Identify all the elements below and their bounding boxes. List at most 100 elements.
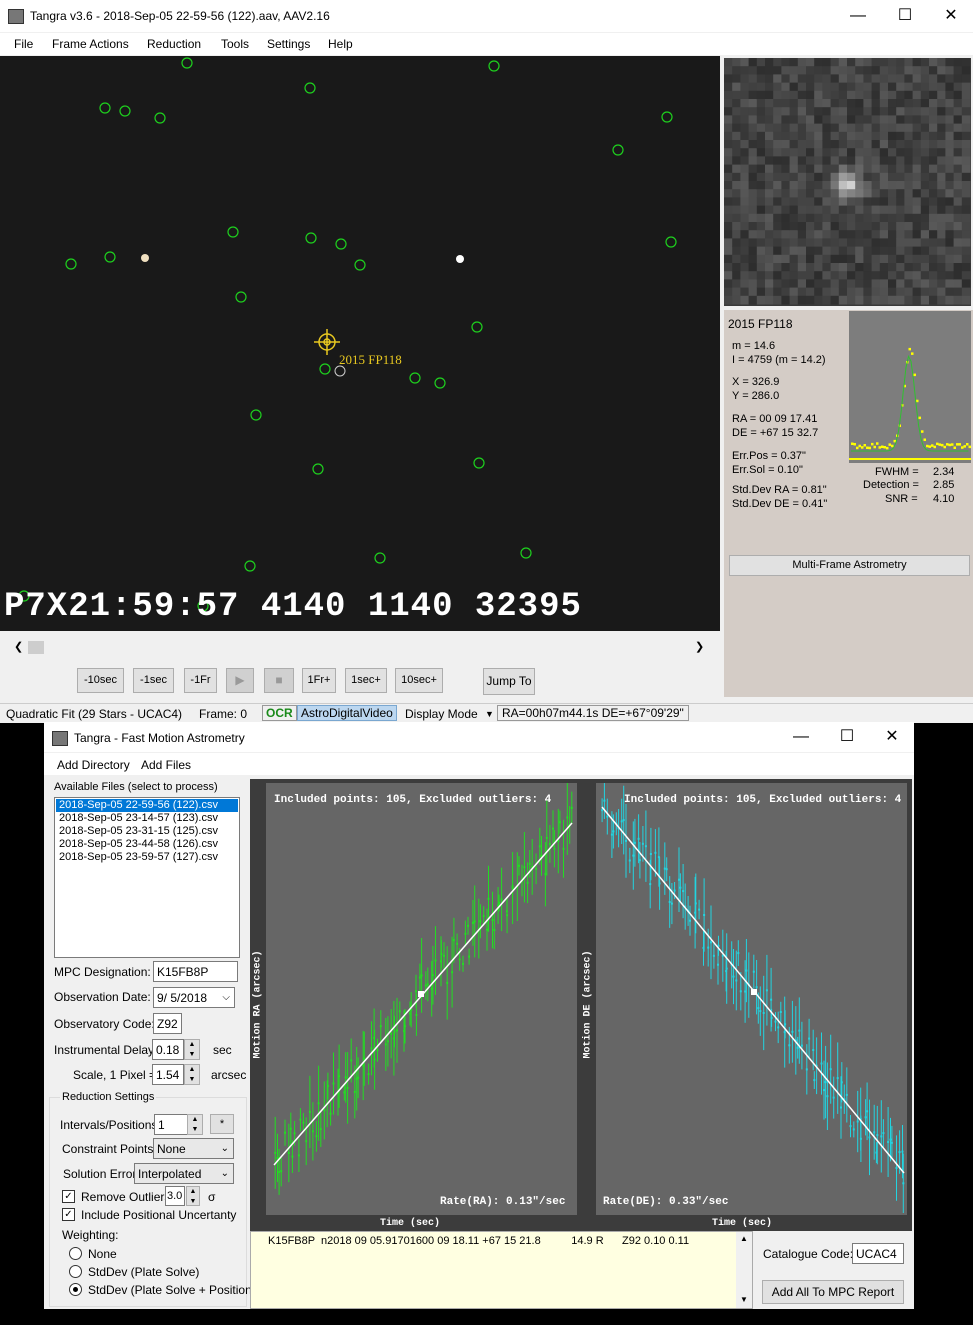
star-marker bbox=[409, 372, 421, 384]
fma-minimize-icon[interactable]: — bbox=[778, 722, 824, 752]
menu-add-directory[interactable]: Add Directory bbox=[57, 758, 130, 772]
forward-1sec-button[interactable]: 1sec+ bbox=[345, 668, 387, 693]
add-all-mpc-report-button[interactable]: Add All To MPC Report File bbox=[762, 1280, 904, 1321]
calendar-dropdown-icon[interactable]: ⌵ bbox=[222, 988, 230, 1008]
forward-10sec-button[interactable]: 10sec+ bbox=[395, 668, 443, 693]
forward-1frame-button[interactable]: 1Fr+ bbox=[302, 668, 336, 693]
video-frame[interactable]: 2015 FP118 P7X21:59:57 4140 1140 32395 bbox=[0, 56, 720, 631]
mpc-report-box[interactable]: K15FB8P n2018 09 05.91701600 09 18.11 +6… bbox=[250, 1231, 753, 1309]
catalogue-code-label: Catalogue Code: bbox=[763, 1247, 854, 1261]
status-ocr[interactable]: OCR bbox=[262, 705, 297, 721]
constraint-points-select[interactable]: None ⌄ bbox=[153, 1138, 234, 1159]
data-point bbox=[788, 1044, 791, 1047]
outliers-stepper[interactable]: ▲ ▼ bbox=[186, 1186, 200, 1206]
weighting-stddev-radio[interactable] bbox=[69, 1265, 82, 1278]
file-item[interactable]: 2018-Sep-05 23-59-57 (127).csv bbox=[59, 851, 218, 863]
psf-point bbox=[858, 444, 861, 448]
status-display-mode[interactable]: Display Mode bbox=[405, 707, 478, 721]
menu-help[interactable]: Help bbox=[328, 37, 353, 51]
menu-tools[interactable]: Tools bbox=[221, 37, 249, 51]
status-fit: Quadratic Fit (29 Stars - UCAC4) bbox=[6, 707, 183, 721]
weighting-stddev-position-radio[interactable] bbox=[69, 1283, 82, 1296]
observatory-code-label: Observatory Code: bbox=[54, 1017, 155, 1031]
data-point bbox=[464, 932, 467, 935]
menu-add-files[interactable]: Add Files bbox=[141, 758, 191, 772]
weighting-none-radio[interactable] bbox=[69, 1247, 82, 1260]
psf-point bbox=[913, 373, 916, 377]
data-point bbox=[889, 1138, 892, 1141]
scroll-up-icon[interactable]: ▲ bbox=[740, 1234, 748, 1243]
data-point bbox=[493, 929, 496, 931]
data-point bbox=[346, 1086, 349, 1089]
file-item[interactable]: 2018-Sep-05 23-14-57 (123).csv bbox=[59, 812, 218, 824]
intervals-star-button[interactable]: * bbox=[210, 1114, 234, 1134]
menu-file[interactable]: File bbox=[14, 37, 33, 51]
remove-outliers-checkbox[interactable]: ✓ bbox=[62, 1190, 75, 1203]
data-point bbox=[880, 1135, 883, 1138]
intervals-input[interactable]: 1 bbox=[154, 1114, 188, 1135]
status-video-type[interactable]: AstroDigitalVideo bbox=[297, 705, 397, 721]
scale-stepper[interactable]: ▲ ▼ bbox=[184, 1064, 200, 1085]
data-point bbox=[622, 819, 625, 822]
star-marker bbox=[250, 409, 262, 421]
de-plot: Included points: 105, Excluded outliers:… bbox=[596, 782, 907, 1215]
psf-point bbox=[931, 444, 934, 447]
menu-settings[interactable]: Settings bbox=[267, 37, 310, 51]
file-item[interactable]: 2018-Sep-05 23-31-15 (125).csv bbox=[59, 825, 218, 837]
maximize-icon[interactable]: ☐ bbox=[882, 0, 928, 32]
frame-scrollbar[interactable]: ❮ ❯ bbox=[0, 638, 720, 658]
constraint-points-value: None bbox=[157, 1142, 186, 1156]
data-point bbox=[315, 1135, 318, 1138]
scroll-right-icon[interactable]: ❯ bbox=[695, 640, 704, 653]
menu-frame-actions[interactable]: Frame Actions bbox=[52, 37, 129, 51]
data-point bbox=[633, 841, 636, 844]
display-mode-dropdown-icon[interactable]: ▼ bbox=[485, 709, 494, 719]
jump-to-button[interactable]: Jump To bbox=[483, 668, 535, 695]
catalogue-code-input[interactable]: UCAC4 bbox=[852, 1243, 904, 1264]
files-listbox[interactable]: 2018-Sep-05 22-59-56 (122).csv 2018-Sep-… bbox=[54, 797, 240, 958]
scale-label: Scale, 1 Pixel = bbox=[73, 1068, 157, 1082]
fma-close-icon[interactable]: ✕ bbox=[869, 722, 915, 752]
file-item[interactable]: 2018-Sep-05 23-44-58 (126).csv bbox=[59, 838, 218, 850]
data-point bbox=[479, 920, 482, 923]
menu-reduction[interactable]: Reduction bbox=[147, 37, 201, 51]
close-icon[interactable]: ✕ bbox=[928, 0, 973, 32]
mpc-designation-input[interactable]: K15FB8P bbox=[153, 961, 238, 982]
outliers-sigma-input[interactable]: 3.0 bbox=[165, 1186, 185, 1206]
delay-stepper[interactable]: ▲ ▼ bbox=[184, 1039, 200, 1060]
instrumental-delay-input[interactable]: 0.18 bbox=[152, 1039, 184, 1060]
minimize-icon[interactable]: — bbox=[835, 0, 881, 32]
scroll-thumb[interactable] bbox=[28, 641, 44, 654]
data-point bbox=[703, 914, 706, 916]
star-marker bbox=[471, 321, 483, 333]
scale-input[interactable]: 1.54 bbox=[152, 1064, 184, 1085]
stop-button[interactable]: ■ bbox=[264, 668, 294, 693]
back-1frame-button[interactable]: -1Fr bbox=[184, 668, 217, 693]
observation-date-picker[interactable]: 9/ 5/2018 ⌵ bbox=[153, 987, 235, 1008]
data-point bbox=[755, 986, 758, 989]
de-plot-rate: Rate(DE): 0.33"/sec bbox=[603, 1196, 729, 1208]
solution-error-select[interactable]: Interpolated ⌄ bbox=[134, 1163, 234, 1184]
scroll-down-icon[interactable]: ▼ bbox=[740, 1295, 748, 1304]
scroll-left-icon[interactable]: ❮ bbox=[14, 640, 23, 653]
play-button[interactable]: ▶ bbox=[226, 668, 254, 693]
psf-point bbox=[856, 446, 859, 450]
observatory-code-input[interactable]: Z92 bbox=[153, 1013, 182, 1034]
fma-maximize-icon[interactable]: ☐ bbox=[824, 722, 870, 752]
data-point bbox=[866, 1110, 869, 1113]
data-point bbox=[511, 885, 514, 888]
data-point bbox=[523, 866, 526, 869]
include-uncertainty-checkbox[interactable]: ✓ bbox=[62, 1208, 75, 1221]
report-scrollbar[interactable]: ▲ ▼ bbox=[736, 1232, 752, 1308]
back-1sec-button[interactable]: -1sec bbox=[133, 668, 174, 693]
data-point bbox=[895, 1167, 898, 1169]
remove-outliers-label: Remove Outliers bbox=[81, 1190, 171, 1204]
file-item[interactable]: 2018-Sep-05 22-59-56 (122).csv bbox=[56, 799, 238, 812]
constraint-points-label: Constraint Points: bbox=[62, 1142, 157, 1156]
sigma-label: σ bbox=[208, 1190, 216, 1204]
back-10sec-button[interactable]: -10sec bbox=[77, 668, 124, 693]
multi-frame-astrometry-button[interactable]: Multi-Frame Astrometry bbox=[729, 555, 970, 576]
detection-label: Detection = bbox=[863, 479, 919, 491]
data-point bbox=[384, 1043, 387, 1046]
intervals-stepper[interactable]: ▲ ▼ bbox=[187, 1114, 203, 1135]
